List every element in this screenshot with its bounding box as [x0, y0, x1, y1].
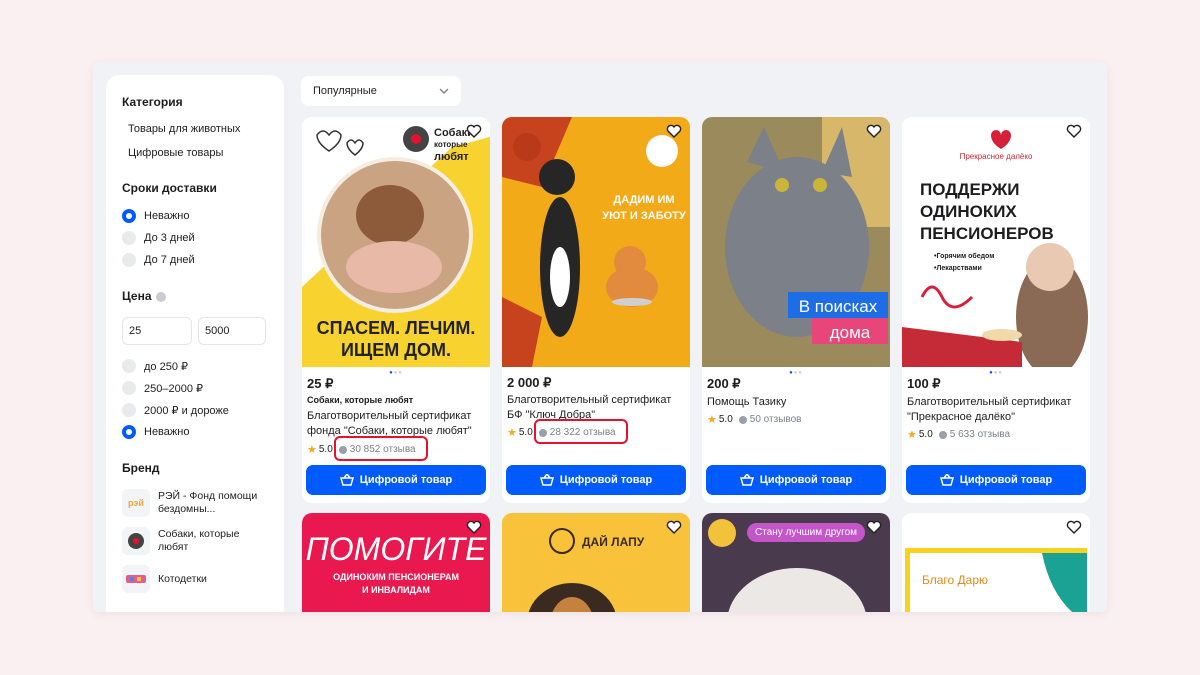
product-image[interactable]: Прекрасное далёко ПОДДЕРЖИ ОДИНОКИХ ПЕНСИО…: [902, 117, 1090, 367]
image-headline: ДАДИМ ИМ УЮТ И ЗАБОТУ: [602, 194, 686, 222]
star-icon: ★: [507, 427, 517, 439]
brand-label: РЭЙ - Фонд помощи бездомны...: [158, 490, 258, 515]
product-price: 25 ₽: [307, 376, 334, 391]
product-price: 2 000 ₽: [507, 375, 552, 390]
sort-dropdown[interactable]: Популярные: [301, 76, 461, 106]
star-icon: ★: [707, 414, 717, 426]
favorite-heart-icon[interactable]: [866, 123, 882, 139]
reviews-icon: [738, 415, 747, 424]
info-icon[interactable]: [155, 291, 166, 302]
image-headline: ДАЙ ЛАПУ: [582, 535, 645, 549]
reviews-count[interactable]: 50 отзывов: [750, 414, 802, 425]
image-headline: ПОМОГИТЕ: [305, 531, 487, 567]
favorite-heart-icon[interactable]: [666, 519, 682, 535]
star-icon: ★: [307, 444, 317, 456]
favorite-heart-icon[interactable]: [866, 519, 882, 535]
image-headline: СПАСЕМ. ЛЕЧИМ. ИЩЕМ ДОМ.: [316, 318, 476, 360]
radio-icon: [122, 403, 136, 417]
highlight-box: [334, 436, 428, 461]
highlight-box: [534, 419, 628, 444]
brand-item-ray[interactable]: рэй РЭЙ - Фонд помощи бездомны...: [122, 489, 268, 517]
radio-icon: [122, 253, 136, 267]
product-title[interactable]: Благотворительный сертификат фонда "Соба…: [307, 409, 487, 439]
product-card[interactable]: ПОМОГИТЕ ОДИНОКИМ ПЕНСИОНЕРАМ И ИНВАЛИДАМ: [302, 513, 490, 612]
image-logo-text: Прекрасное далёко: [959, 152, 1033, 161]
price-to-input[interactable]: [198, 317, 266, 345]
category-pet-goods[interactable]: Товары для животных: [128, 123, 268, 135]
chevron-down-icon: [439, 88, 449, 94]
radio-icon: [122, 359, 136, 373]
brand-item-dogs[interactable]: Собаки, которые любят: [122, 527, 268, 555]
price-option-250-2000[interactable]: 250–2000 ₽: [122, 381, 268, 395]
product-seller[interactable]: Собаки, которые любят: [307, 395, 413, 405]
product-rating: ★ 5.0 50 отзывов: [707, 414, 802, 426]
product-card[interactable]: ДАДИМ ИМ УЮТ И ЗАБОТУ 2 000 ₽ Благотворит…: [502, 117, 690, 503]
brand-heading: Бренд: [122, 461, 160, 475]
cart-icon: [739, 474, 754, 486]
price-option-2000-plus[interactable]: 2000 ₽ и дороже: [122, 403, 268, 417]
product-card[interactable]: ДАЙ ЛАПУ: [502, 513, 690, 612]
product-card[interactable]: В поисках дома ●●● 200 ₽ Помощь Тазику ★ 5…: [702, 117, 890, 503]
category-digital-goods[interactable]: Цифровые товары: [128, 147, 268, 159]
brand-logo: [122, 527, 150, 555]
image-badge: Стану лучшим другом: [747, 523, 866, 542]
brand-label: Котодетки: [158, 572, 207, 585]
image-logo-text: Благо Дарю: [922, 573, 989, 587]
radio-selected-icon: [122, 209, 136, 223]
product-card[interactable]: Благо Дарю: [902, 513, 1090, 612]
image-headline: ПОДДЕРЖИ ОДИНОКИХ ПЕНСИОНЕРОВ: [920, 180, 1054, 243]
product-price: 100 ₽: [907, 376, 941, 391]
digital-product-button[interactable]: Цифровой товар: [706, 465, 886, 495]
star-icon: ★: [907, 429, 917, 441]
brand-item-kotodetki[interactable]: Котодетки: [122, 565, 268, 593]
image-subtext: •Горячим обедом •Лекарствами: [934, 253, 995, 272]
image-subtext: ОДИНОКИМ ПЕНСИОНЕРАМ И ИНВАЛИДАМ: [333, 572, 459, 595]
delivery-heading: Сроки доставки: [122, 181, 217, 195]
favorite-heart-icon[interactable]: [466, 123, 482, 139]
cart-icon: [539, 474, 554, 486]
cart-icon: [339, 474, 354, 486]
product-image[interactable]: ДАДИМ ИМ УЮТ И ЗАБОТУ: [502, 117, 690, 367]
price-from-input[interactable]: [122, 317, 192, 345]
digital-product-button[interactable]: Цифровой товар: [306, 465, 486, 495]
favorite-heart-icon[interactable]: [1066, 123, 1082, 139]
category-heading: Категория: [122, 95, 183, 109]
favorite-heart-icon[interactable]: [1066, 519, 1082, 535]
product-rating: ★ 5.0 5 633 отзыва: [907, 429, 1011, 441]
product-card[interactable]: Прекрасное далёко ПОДДЕРЖИ ОДИНОКИХ ПЕНСИО…: [902, 117, 1090, 503]
digital-product-button[interactable]: Цифровой товар: [506, 465, 686, 495]
product-card[interactable]: Стану лучшим другом: [702, 513, 890, 612]
product-title[interactable]: Помощь Тазику: [707, 395, 887, 410]
price-option-any[interactable]: Неважно: [122, 425, 268, 439]
app-window: Категория Товары для животных Цифровые т…: [93, 62, 1107, 612]
brand-logo: рэй: [122, 489, 150, 517]
favorite-heart-icon[interactable]: [666, 123, 682, 139]
product-image[interactable]: Собаки которые любят СПАСЕМ. ЛЕЧИМ. ИЩЕМ ДО…: [302, 117, 490, 367]
product-title[interactable]: Благотворительный сертификат "Прекрасное…: [907, 395, 1087, 425]
delivery-option-7days[interactable]: До 7 дней: [122, 253, 268, 267]
reviews-count[interactable]: 5 633 отзыва: [950, 429, 1010, 440]
radio-icon: [122, 381, 136, 395]
delivery-option-any[interactable]: Неважно: [122, 209, 268, 223]
product-price: 200 ₽: [707, 376, 741, 391]
delivery-option-3days[interactable]: До 3 дней: [122, 231, 268, 245]
digital-product-button[interactable]: Цифровой товар: [906, 465, 1086, 495]
price-option-under-250[interactable]: до 250 ₽: [122, 359, 268, 373]
cart-icon: [939, 474, 954, 486]
image-headline: В поисках дома: [798, 297, 878, 342]
favorite-heart-icon[interactable]: [466, 519, 482, 535]
product-image[interactable]: В поисках дома: [702, 117, 890, 367]
radio-selected-icon: [122, 425, 136, 439]
radio-icon: [122, 231, 136, 245]
product-card[interactable]: Собаки которые любят СПАСЕМ. ЛЕЧИМ. ИЩЕМ ДО…: [302, 117, 490, 503]
brand-label: Собаки, которые любят: [158, 528, 240, 553]
reviews-icon: [938, 430, 947, 439]
brand-logo: [122, 565, 150, 593]
price-heading: Цена: [122, 289, 268, 303]
filters-sidebar: Категория Товары для животных Цифровые т…: [106, 75, 284, 612]
